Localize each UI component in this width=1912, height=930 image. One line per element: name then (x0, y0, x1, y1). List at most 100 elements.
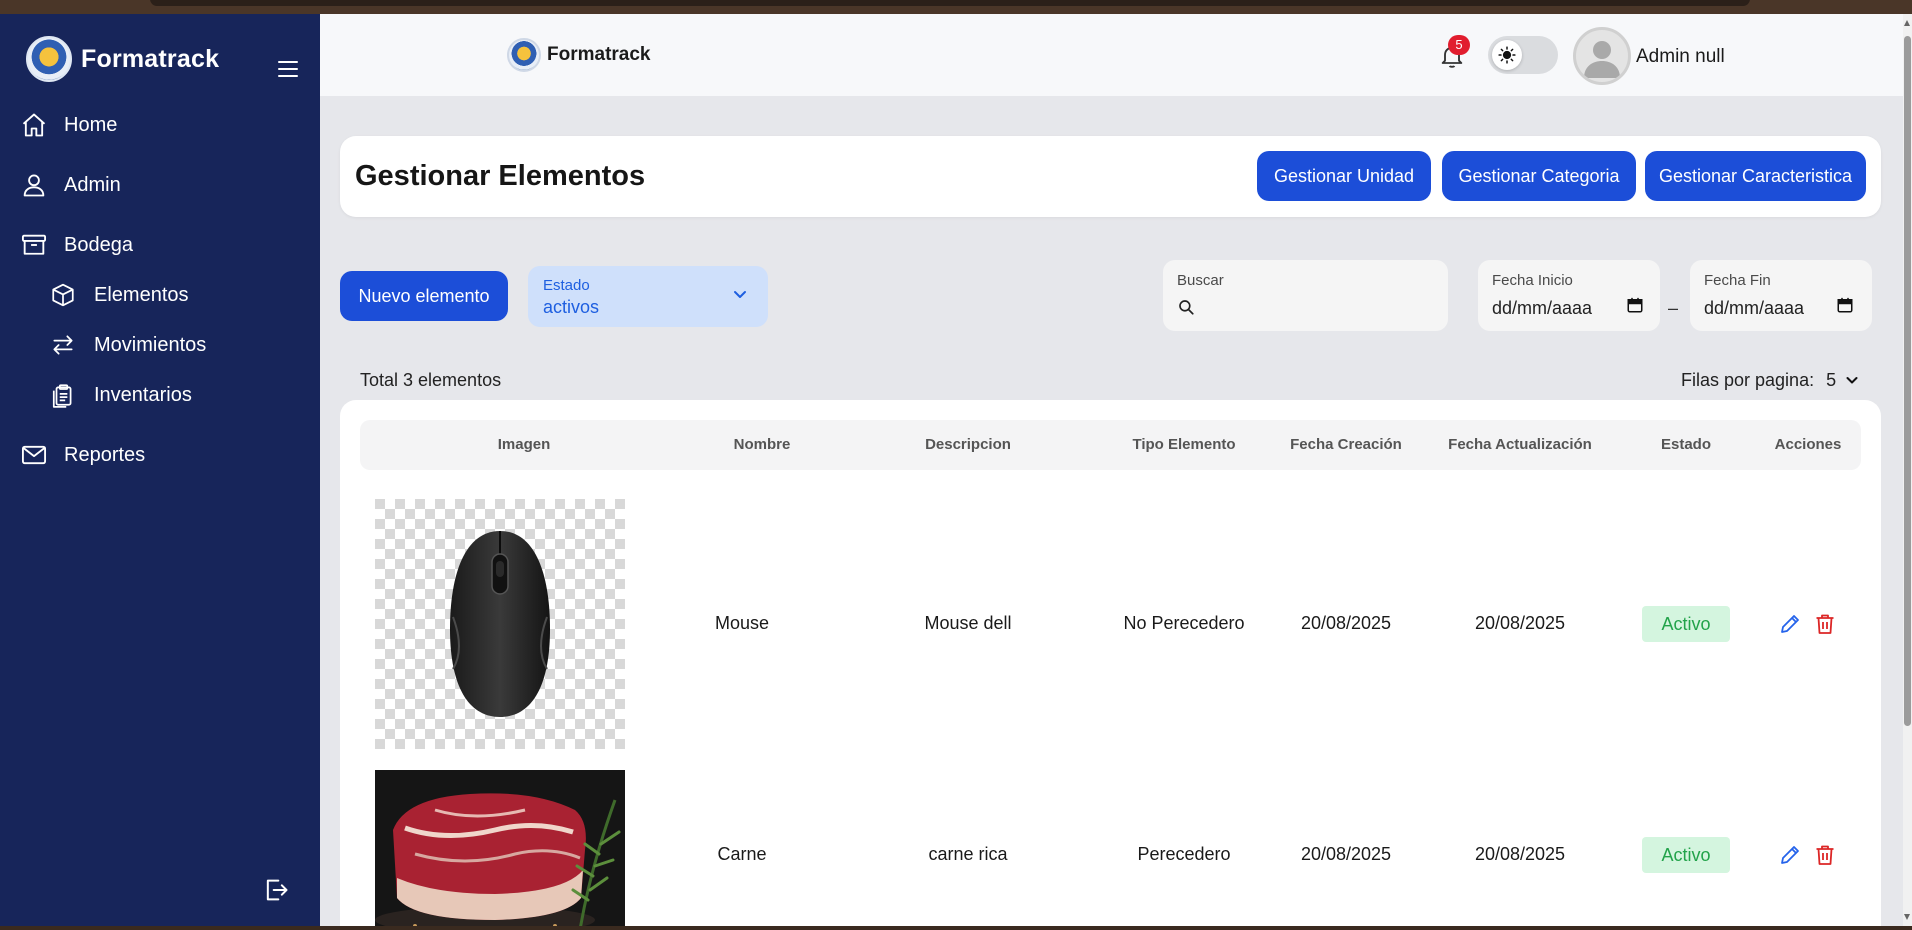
cube-icon (52, 283, 74, 307)
notification-count-badge: 5 (1448, 35, 1470, 55)
brand-logo-icon (507, 38, 541, 72)
scroll-down-icon[interactable] (1904, 914, 1910, 920)
edit-icon[interactable] (1778, 612, 1802, 636)
delete-icon[interactable] (1813, 843, 1837, 867)
sidebar-item-home[interactable]: Home (20, 111, 117, 139)
estado-label: Estado (543, 277, 590, 294)
cell-descripcion: carne rica (928, 844, 1008, 864)
column-header: Imagen (497, 436, 551, 453)
fecha-fin-label: Fecha Fin (1704, 272, 1771, 289)
column-header: Descripcion (925, 436, 1011, 453)
sidebar-item-label: Elementos (94, 283, 189, 306)
column-header: Nombre (733, 436, 791, 453)
user-name[interactable]: Admin null (1636, 46, 1725, 68)
calendar-icon[interactable] (1626, 296, 1644, 314)
estado-value: activos (543, 297, 600, 317)
arrows-icon (53, 335, 73, 355)
search-input[interactable]: Buscar (1163, 260, 1448, 331)
browser-tab-strip (150, 0, 1750, 6)
gestionar-caracteristica-button[interactable]: Gestionar Caracteristica (1645, 151, 1866, 201)
table-row: Mouse Mouse dell No Perecedero 20/08/202… (340, 499, 1881, 749)
sidebar-item-inventarios[interactable]: Inventarios (50, 382, 192, 408)
sidebar-item-bodega[interactable]: Bodega (20, 231, 133, 259)
sidebar-item-elementos[interactable]: Elementos (50, 282, 189, 308)
gestionar-unidad-button[interactable]: Gestionar Unidad (1257, 151, 1431, 201)
sidebar-item-label: Movimientos (94, 333, 207, 356)
avatar[interactable] (1573, 27, 1631, 85)
search-label: Buscar (1177, 272, 1224, 289)
chevron-down-icon (1846, 377, 1858, 384)
sidebar-item-movimientos[interactable]: Movimientos (50, 332, 206, 358)
new-element-button[interactable]: Nuevo elemento (340, 271, 508, 321)
browser-top-strip (0, 0, 1912, 14)
sidebar-item-label: Admin (64, 173, 121, 196)
column-header: Estado (1660, 436, 1712, 453)
title-card: Gestionar Elementos Gestionar Unidad Ges… (340, 136, 1881, 217)
gestionar-categoria-button[interactable]: Gestionar Categoria (1442, 151, 1636, 201)
top-header: Formatrack 5 Admin null (320, 14, 1903, 96)
rows-per-page-select[interactable]: Filas por pagina: 5 (1681, 370, 1858, 391)
rows-per-page-label: Filas por pagina: (1681, 370, 1815, 390)
clipboard-icon (52, 384, 72, 408)
sidebar-brand[interactable]: Formatrack (26, 36, 219, 82)
column-header: Fecha Actualización (1448, 436, 1592, 453)
user-avatar-icon (1584, 41, 1620, 78)
column-header: Tipo Elemento (1132, 436, 1236, 453)
theme-toggle-knob (1492, 40, 1522, 70)
status-badge: Activo (1642, 606, 1730, 642)
column-header: Acciones (1774, 436, 1842, 453)
sidebar-brand-name: Formatrack (81, 44, 220, 73)
sidebar-item-admin[interactable]: Admin (20, 171, 121, 199)
archive-icon (21, 234, 47, 255)
edit-icon[interactable] (1778, 843, 1802, 867)
menu-toggle-icon[interactable] (278, 61, 298, 77)
brand-logo-icon (26, 36, 72, 82)
sidebar-item-label: Bodega (64, 233, 133, 256)
app-window: Formatrack Home Admin Bodega Elementos M… (0, 14, 1903, 926)
status-badge: Activo (1642, 837, 1730, 873)
header-brand-name: Formatrack (547, 44, 651, 65)
cell-fecha-creacion: 20/08/2025 (1300, 844, 1392, 864)
elements-table: Imagen Nombre Descripcion Tipo Elemento … (340, 400, 1881, 926)
fecha-fin-value: dd/mm/aaaa (1704, 298, 1805, 318)
sidebar-item-reportes[interactable]: Reportes (20, 441, 145, 469)
date-range-separator: – (1668, 298, 1679, 318)
fecha-inicio-label: Fecha Inicio (1492, 272, 1573, 289)
sidebar-item-label: Inventarios (94, 383, 192, 406)
page-scrollbar[interactable] (1903, 14, 1912, 926)
delete-icon[interactable] (1813, 612, 1837, 636)
estado-select[interactable]: Estado activos (528, 266, 768, 327)
column-header: Fecha Creación (1290, 436, 1402, 453)
mail-icon (21, 445, 47, 465)
chevron-down-icon (734, 291, 746, 298)
cell-fecha-creacion: 20/08/2025 (1300, 613, 1392, 633)
cell-tipo: No Perecedero (1123, 613, 1245, 633)
search-icon (1179, 300, 1194, 315)
sidebar: Formatrack Home Admin Bodega Elementos M… (0, 14, 320, 926)
logout-icon[interactable] (262, 876, 290, 904)
home-icon (22, 113, 46, 137)
cell-fecha-actualizacion: 20/08/2025 (1474, 844, 1566, 864)
scrollbar-thumb[interactable] (1904, 36, 1911, 726)
cell-fecha-actualizacion: 20/08/2025 (1474, 613, 1566, 633)
cell-descripcion: Mouse dell (924, 613, 1012, 633)
product-image (375, 770, 625, 926)
cell-nombre: Carne (717, 844, 767, 864)
sidebar-item-label: Home (64, 113, 118, 136)
sidebar-item-label: Reportes (64, 443, 146, 466)
table-header: Imagen Nombre Descripcion Tipo Elemento … (360, 420, 1861, 470)
total-count: Total 3 elementos (360, 370, 502, 390)
scroll-up-icon[interactable] (1904, 20, 1910, 26)
fecha-inicio-value: dd/mm/aaaa (1492, 298, 1593, 318)
calendar-icon[interactable] (1836, 296, 1854, 314)
user-icon (23, 174, 45, 197)
cell-tipo: Perecedero (1137, 844, 1231, 864)
fecha-fin-field[interactable]: Fecha Fin dd/mm/aaaa (1690, 260, 1872, 331)
table-row: Carne carne rica Perecedero 20/08/2025 2… (340, 770, 1881, 926)
page-title: Gestionar Elementos (355, 160, 646, 192)
theme-toggle[interactable] (1488, 36, 1558, 74)
fecha-inicio-field[interactable]: Fecha Inicio dd/mm/aaaa (1478, 260, 1660, 331)
header-brand[interactable]: Formatrack (507, 38, 651, 72)
cell-nombre: Mouse (714, 613, 770, 633)
sun-icon (1498, 46, 1516, 64)
